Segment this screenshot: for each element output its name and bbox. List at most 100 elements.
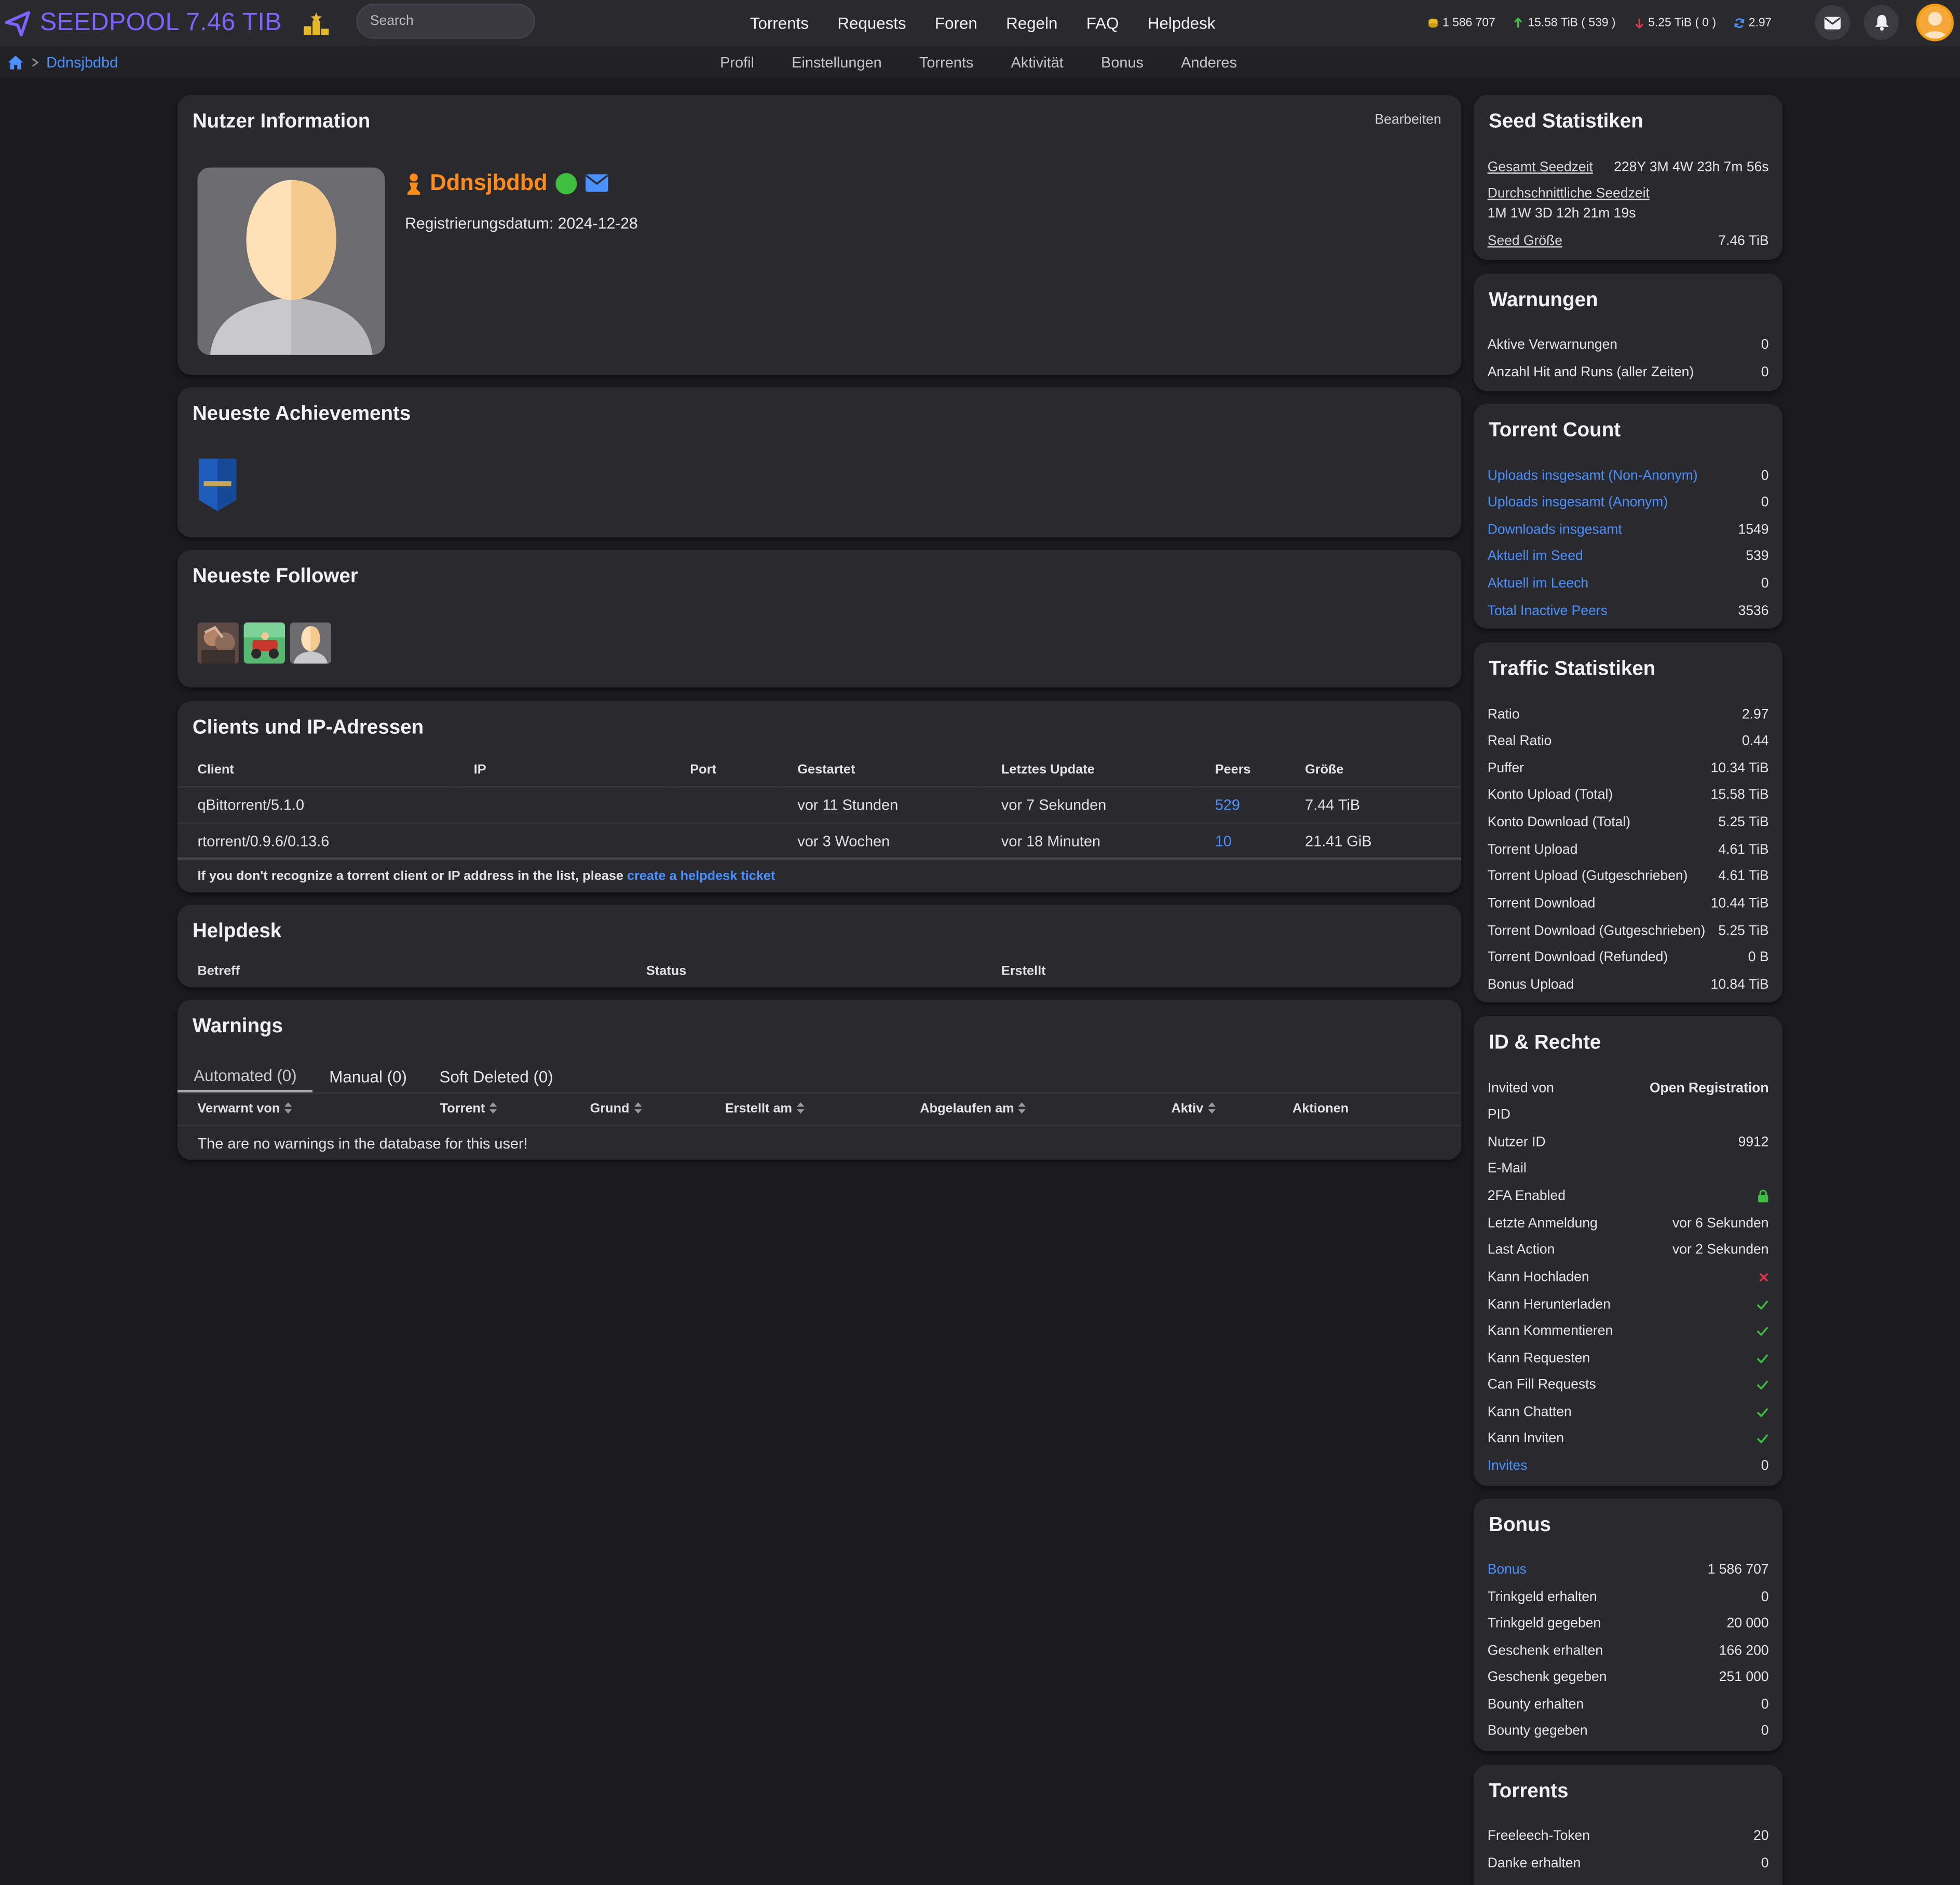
stat-value: 15.58 TiB: [1710, 787, 1769, 803]
follower-avatar[interactable]: [243, 622, 285, 664]
cell-peers-link[interactable]: 10: [1195, 822, 1285, 859]
stat-row: PID: [1488, 1103, 1769, 1126]
col-torrent[interactable]: Torrent: [420, 1092, 570, 1125]
stat-upload[interactable]: 15.58 TiB ( 539 ): [1513, 16, 1616, 30]
inactive-peers-link[interactable]: Total Inactive Peers: [1488, 604, 1608, 619]
bonus-link[interactable]: Bonus: [1488, 1562, 1527, 1577]
achievement-badge-icon[interactable]: [197, 457, 237, 512]
card-title: Torrents: [1489, 1781, 1569, 1802]
follower-avatar[interactable]: [197, 622, 239, 664]
col-active[interactable]: Aktiv: [1151, 1092, 1273, 1125]
col-reason[interactable]: Grund: [570, 1092, 705, 1125]
helpdesk-ticket-link[interactable]: create a helpdesk ticket: [627, 869, 775, 884]
breadcrumb-user[interactable]: Ddnsjbdbd: [46, 53, 118, 71]
col-subject: Betreff: [197, 963, 240, 979]
col-warned-by[interactable]: Verwarnt von: [178, 1092, 420, 1125]
nav-faq[interactable]: FAQ: [1086, 13, 1119, 32]
downloads-link[interactable]: Downloads insgesamt: [1488, 523, 1622, 538]
search-input[interactable]: [356, 4, 535, 39]
stat-value: 0 B: [1748, 950, 1769, 965]
subnav-profile[interactable]: Profil: [720, 53, 754, 71]
stat-label: PID: [1487, 1107, 1510, 1123]
clients-table: Client IP Port Gestartet Letztes Update …: [177, 754, 1462, 859]
nav-helpdesk[interactable]: Helpdesk: [1148, 13, 1216, 32]
podium-icon[interactable]: [302, 9, 330, 37]
home-icon[interactable]: [7, 54, 23, 70]
stat-value: 0: [1761, 1697, 1769, 1713]
check-icon: [1757, 1300, 1768, 1310]
subnav-torrents[interactable]: Torrents: [919, 53, 973, 71]
table-row: The are no warnings in the database for …: [177, 1124, 1462, 1162]
nav-requests[interactable]: Requests: [837, 13, 906, 32]
stat-row: Nutzer ID 9912: [1488, 1131, 1769, 1153]
subnav-bonus[interactable]: Bonus: [1101, 53, 1144, 71]
seed-total-label: Gesamt Seedzeit: [1487, 160, 1593, 175]
col-created: Erstellt: [1001, 963, 1046, 979]
check-icon: [1757, 1408, 1768, 1417]
stat-row: Trinkgeld gegeben 20 000: [1488, 1613, 1769, 1635]
leeching-link[interactable]: Aktuell im Leech: [1488, 576, 1588, 591]
stat-row: Bounty erhalten 0: [1488, 1693, 1769, 1716]
user-avatar-button[interactable]: [1916, 4, 1954, 42]
col-created-at[interactable]: Erstellt am: [705, 1092, 900, 1125]
brand-name: SEEDPOOL 7.46 TIB: [40, 8, 282, 36]
stat-value: 20: [1753, 1828, 1769, 1844]
col-port: Port: [690, 762, 716, 777]
sub-navbar: Ddnsjbdbd Profil Einstellungen Torrents …: [0, 46, 1960, 78]
envelope-icon: [1824, 16, 1841, 29]
edit-profile-link[interactable]: Bearbeiten: [1374, 113, 1441, 128]
stat-value: 0: [1761, 1590, 1769, 1605]
stat-label: Geschenk gegeben: [1487, 1670, 1607, 1685]
stat-label: Last Action: [1487, 1242, 1555, 1258]
stat-ratio[interactable]: 2.97: [1734, 16, 1772, 30]
brand[interactable]: SEEDPOOL 7.46 TIB: [0, 0, 330, 46]
cell-client: qBittorrent/5.1.0: [177, 785, 454, 823]
tab-automated[interactable]: Automated (0): [177, 1060, 313, 1092]
seed-avg-label: Durchschnittliche Seedzeit: [1487, 186, 1650, 201]
uploads-non-anon-link[interactable]: Uploads insgesamt (Non-Anonym): [1488, 469, 1698, 484]
stat-row: Bonus Upload 10.84 TiB: [1488, 974, 1769, 996]
stat-bonus[interactable]: 1 586 707: [1427, 16, 1495, 30]
nav-torrents[interactable]: Torrents: [750, 13, 809, 32]
stat-row: Kann Hochladen: [1488, 1266, 1769, 1288]
stat-row: Bounty gegeben 0: [1488, 1720, 1769, 1742]
torrent-count-card: Torrent Count Uploads insgesamt (Non-Ano…: [1474, 403, 1783, 629]
tab-manual[interactable]: Manual (0): [313, 1060, 423, 1092]
follower-avatar[interactable]: [290, 622, 332, 664]
uploads-anon-link[interactable]: Uploads insgesamt (Anonym): [1488, 495, 1668, 510]
subnav-activity[interactable]: Aktivität: [1011, 53, 1064, 71]
stat-label: Puffer: [1487, 761, 1524, 776]
cell-peers-link[interactable]: 529: [1195, 785, 1285, 823]
stat-label: Torrent Download (Refunded): [1487, 950, 1668, 965]
send-message-icon[interactable]: [585, 174, 609, 193]
invites-link[interactable]: Invites: [1488, 1458, 1528, 1473]
stat-row: Geschenk erhalten 166 200: [1488, 1640, 1769, 1662]
stat-download[interactable]: 5.25 TiB ( 0 ): [1633, 16, 1716, 30]
stat-value: 251 000: [1719, 1670, 1769, 1685]
nav-rules[interactable]: Regeln: [1006, 13, 1057, 32]
stat-value: 4.61 TiB: [1718, 868, 1769, 884]
main-nav: Torrents Requests Foren Regeln FAQ Helpd…: [750, 0, 1216, 46]
nav-forums[interactable]: Foren: [935, 13, 977, 32]
seeding-link[interactable]: Aktuell im Seed: [1488, 549, 1583, 564]
app-root: SEEDPOOL 7.46 TIB Torrents Requests Fore…: [0, 0, 1960, 1885]
messages-button[interactable]: [1815, 5, 1850, 40]
notifications-button[interactable]: [1863, 5, 1899, 40]
stat-row: Kann Kommentieren: [1488, 1320, 1769, 1342]
stat-row: Torrent Download (Gutgeschrieben) 5.25 Ti…: [1488, 920, 1769, 942]
subnav-other[interactable]: Anderes: [1181, 53, 1237, 71]
stat-row: Total Inactive Peers 3536: [1488, 600, 1769, 622]
col-expires-at[interactable]: Abgelaufen am: [900, 1092, 1151, 1125]
stat-value: 166 200: [1719, 1643, 1769, 1659]
tab-soft-deleted[interactable]: Soft Deleted (0): [423, 1060, 569, 1092]
stat-label: Torrent Download (Gutgeschrieben): [1487, 923, 1706, 939]
stat-label: Letzte Anmeldung: [1487, 1216, 1598, 1232]
col-ip: IP: [473, 762, 486, 777]
cell-port: [670, 822, 778, 859]
top-navbar: SEEDPOOL 7.46 TIB Torrents Requests Fore…: [0, 0, 1960, 47]
bonus-card: Bonus Bonus 1 586 707 Trinkgeld erhalten 0…: [1474, 1498, 1783, 1751]
stat-row: Can Fill Requests: [1488, 1374, 1769, 1396]
subnav-settings[interactable]: Einstellungen: [792, 53, 882, 71]
stat-label: Bounty gegeben: [1487, 1723, 1588, 1739]
stat-value: 4.61 TiB: [1718, 842, 1769, 857]
